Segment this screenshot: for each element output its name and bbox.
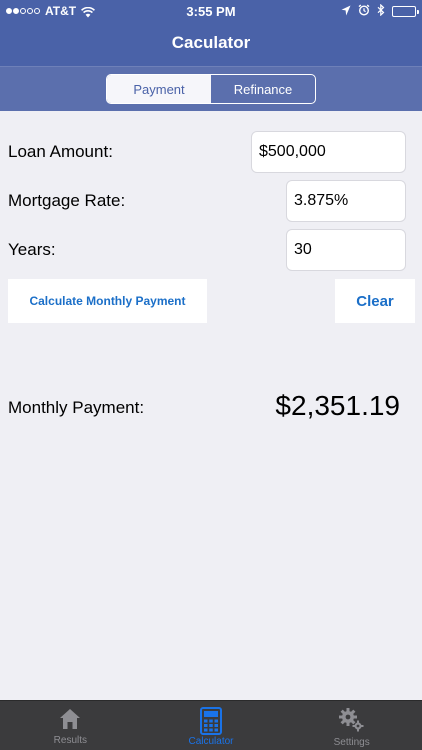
tab-calculator-label: Calculator [188, 736, 234, 747]
segmented-control: Payment Refinance [106, 74, 316, 104]
bluetooth-icon [377, 3, 385, 19]
tab-results[interactable]: Results [0, 701, 141, 750]
alarm-clock-icon [358, 4, 370, 19]
monthly-payment-label: Monthly Payment: [8, 398, 145, 417]
calculator-icon [200, 707, 222, 735]
tab-bar: Results Calculator Settings [0, 700, 422, 750]
page-title: Caculator [171, 33, 251, 52]
years-label: Years: [8, 240, 56, 259]
calculate-monthly-payment-button[interactable]: Calculate Monthly Payment [8, 279, 207, 323]
tab-settings[interactable]: Settings [281, 701, 422, 750]
segment-refinance[interactable]: Refinance [211, 75, 315, 103]
segment-payment[interactable]: Payment [107, 75, 211, 103]
status-bar: AT&T 3:55 PM [0, 0, 422, 22]
loan-amount-label: Loan Amount: [8, 142, 113, 161]
navigation-header: AT&T 3:55 PM Caculator [0, 0, 422, 66]
tab-calculator[interactable]: Calculator [141, 701, 282, 750]
tab-settings-label: Settings [333, 737, 370, 748]
segmented-toolbar: Payment Refinance [0, 66, 422, 111]
home-icon [60, 709, 81, 729]
clear-button[interactable]: Clear [335, 279, 415, 323]
years-field[interactable]: 30 [286, 229, 406, 271]
mortgage-rate-label: Mortgage Rate: [8, 191, 126, 210]
status-right [334, 3, 419, 19]
location-arrow-icon [341, 4, 351, 19]
battery-icon [392, 6, 419, 17]
tab-results-label: Results [53, 735, 88, 746]
gears-icon [338, 708, 364, 732]
monthly-payment-value: $2,351.19 [275, 390, 400, 421]
mortgage-rate-field[interactable]: 3.875% [286, 180, 406, 222]
loan-amount-field[interactable]: $500,000 [251, 131, 406, 173]
